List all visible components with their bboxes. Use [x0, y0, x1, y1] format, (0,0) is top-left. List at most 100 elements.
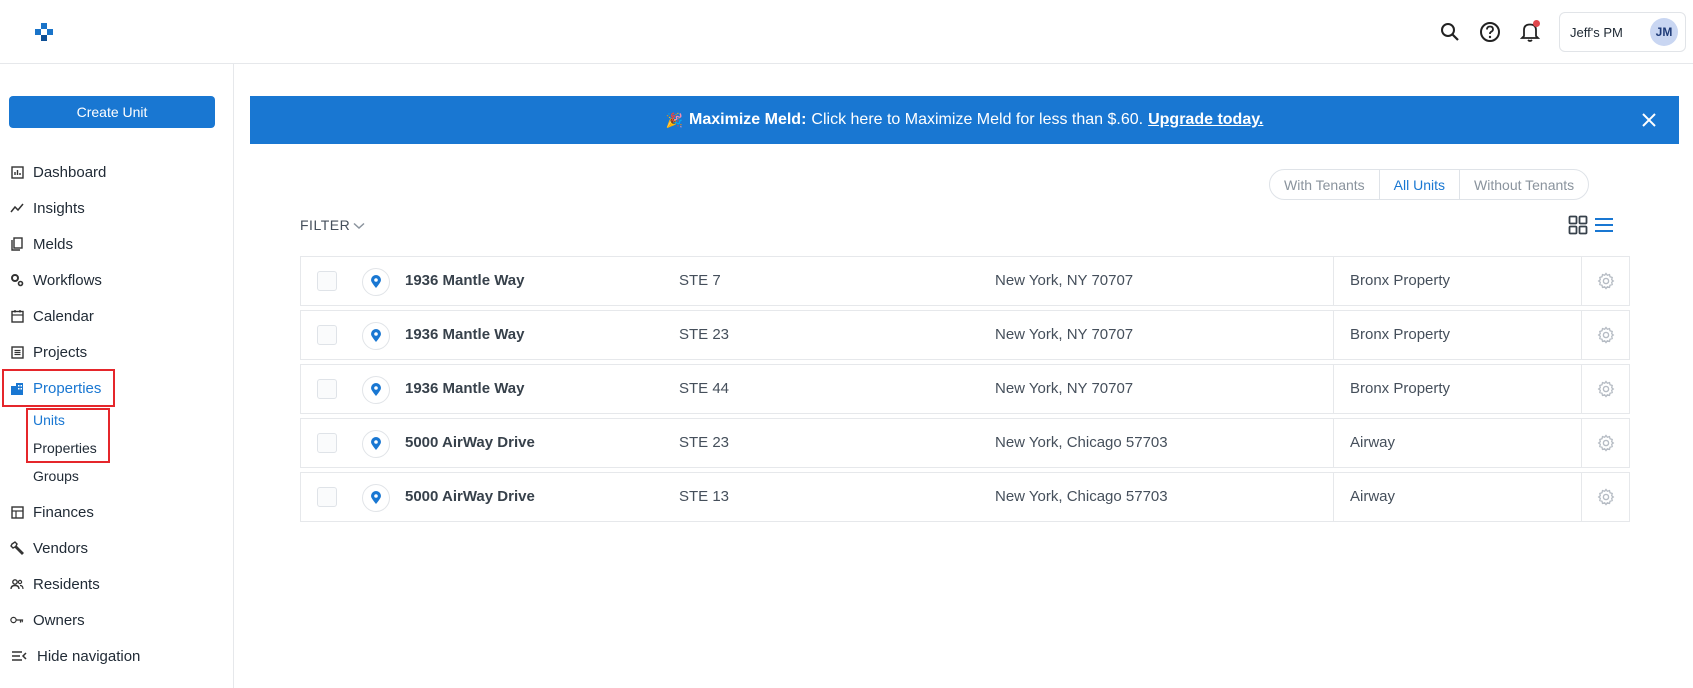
banner-text: Click here to Maximize Meld for less tha… [811, 111, 1144, 128]
logo-icon[interactable] [32, 20, 56, 44]
filter-dropdown[interactable]: FILTER [300, 217, 365, 233]
help-icon[interactable] [1478, 20, 1502, 44]
sidebar-item-label: Owners [33, 611, 85, 629]
unit-address[interactable]: 1936 Mantle Way [405, 365, 525, 413]
table-row[interactable]: 1936 Mantle Way STE 23 New York, NY 7070… [300, 310, 1630, 360]
unit-property: Airway [1333, 473, 1595, 521]
properties-icon [10, 381, 24, 395]
unit-property: Bronx Property [1333, 365, 1595, 413]
unit-property: Airway [1333, 419, 1595, 467]
tab-all-units[interactable]: All Units [1380, 170, 1461, 199]
unit-city: New York, Chicago 57703 [995, 434, 1168, 451]
gear-icon[interactable] [1581, 419, 1629, 467]
unit-address[interactable]: 5000 AirWay Drive [405, 473, 535, 521]
unit-address[interactable]: 1936 Mantle Way [405, 311, 525, 359]
account-menu[interactable]: Jeff's PM JM [1559, 12, 1686, 52]
vendors-icon [10, 541, 24, 555]
unit-city: New York, NY 70707 [995, 380, 1134, 397]
sidebar-item-melds[interactable]: Melds [10, 232, 73, 256]
sidebar-item-finances[interactable]: Finances [10, 500, 94, 524]
tab-with-tenants[interactable]: With Tenants [1270, 170, 1380, 199]
gear-icon[interactable] [1581, 365, 1629, 413]
tab-without-tenants[interactable]: Without Tenants [1460, 170, 1588, 199]
unit-number: STE 13 [679, 488, 730, 505]
row-checkbox[interactable] [317, 487, 337, 507]
melds-icon [10, 237, 24, 251]
owners-icon [10, 613, 24, 627]
sidebar-item-projects[interactable]: Projects [10, 340, 87, 364]
sidebar-item-label: Residents [33, 575, 100, 593]
tenant-filter-tabs: With Tenants All Units Without Tenants [1269, 169, 1590, 200]
unit-city: New York, NY 70707 [995, 326, 1134, 343]
sidebar-item-label: Finances [33, 503, 94, 521]
sidebar-item-label: Insights [33, 199, 85, 217]
location-pin-icon[interactable] [362, 322, 390, 350]
party-icon: 🎉 [665, 111, 684, 128]
row-checkbox[interactable] [317, 379, 337, 399]
notification-dot [1533, 20, 1540, 27]
unit-number: STE 23 [679, 326, 730, 343]
location-pin-icon[interactable] [362, 268, 390, 296]
sidebar: Create Unit Dashboard Insights Melds Wor… [0, 64, 234, 688]
upgrade-banner[interactable]: 🎉 Maximize Meld: Click here to Maximize … [250, 96, 1679, 144]
sidebar-item-insights[interactable]: Insights [10, 196, 85, 220]
sidebar-item-label: Workflows [33, 271, 102, 289]
row-checkbox[interactable] [317, 271, 337, 291]
sidebar-item-label: Vendors [33, 539, 89, 557]
sidebar-item-label: Dashboard [33, 163, 107, 181]
unit-address[interactable]: 1936 Mantle Way [405, 257, 525, 305]
finances-icon [10, 505, 24, 519]
filter-label: FILTER [300, 217, 351, 233]
table-row[interactable]: 1936 Mantle Way STE 7 New York, NY 70707… [300, 256, 1630, 306]
gear-icon[interactable] [1581, 257, 1629, 305]
sidebar-subitem-properties[interactable]: Properties [33, 438, 97, 458]
upgrade-link[interactable]: Upgrade today. [1148, 111, 1263, 129]
unit-property: Bronx Property [1333, 311, 1595, 359]
gear-icon[interactable] [1581, 311, 1629, 359]
hide-navigation-button[interactable]: Hide navigation [10, 644, 140, 668]
sidebar-item-residents[interactable]: Residents [10, 572, 100, 596]
sidebar-item-label: Hide navigation [37, 647, 141, 665]
insights-icon [10, 201, 24, 215]
unit-number: STE 23 [679, 434, 730, 451]
sidebar-item-dashboard[interactable]: Dashboard [10, 160, 106, 184]
sidebar-item-label: Properties [33, 379, 102, 397]
row-checkbox[interactable] [317, 325, 337, 345]
sidebar-subitem-groups[interactable]: Groups [33, 466, 79, 486]
grid-view-icon[interactable] [1567, 214, 1589, 236]
row-checkbox[interactable] [317, 433, 337, 453]
sidebar-item-label: Projects [33, 343, 88, 361]
sidebar-item-owners[interactable]: Owners [10, 608, 85, 632]
hide-nav-icon [10, 649, 28, 663]
unit-number: STE 7 [679, 272, 721, 289]
create-unit-button[interactable]: Create Unit [9, 96, 215, 128]
projects-icon [10, 345, 24, 359]
unit-city: New York, Chicago 57703 [995, 488, 1168, 505]
list-view-icon[interactable] [1593, 214, 1615, 236]
search-icon[interactable] [1438, 20, 1462, 44]
account-name: Jeff's PM [1570, 24, 1623, 40]
sidebar-item-calendar[interactable]: Calendar [10, 304, 94, 328]
table-row[interactable]: 5000 AirWay Drive STE 13 New York, Chica… [300, 472, 1630, 522]
residents-icon [10, 577, 24, 591]
gear-icon[interactable] [1581, 473, 1629, 521]
sidebar-item-workflows[interactable]: Workflows [10, 268, 102, 292]
close-icon[interactable] [1639, 110, 1659, 130]
sidebar-item-vendors[interactable]: Vendors [10, 536, 88, 560]
table-row[interactable]: 5000 AirWay Drive STE 23 New York, Chica… [300, 418, 1630, 468]
banner-title: Maximize Meld: [689, 111, 807, 128]
chevron-down-icon [353, 217, 365, 233]
location-pin-icon[interactable] [362, 430, 390, 458]
calendar-icon [10, 309, 24, 323]
sidebar-item-label: Melds [33, 235, 74, 253]
sidebar-item-properties[interactable]: Properties [10, 376, 101, 400]
table-row[interactable]: 1936 Mantle Way STE 44 New York, NY 7070… [300, 364, 1630, 414]
location-pin-icon[interactable] [362, 484, 390, 512]
workflows-icon [10, 273, 24, 287]
unit-property: Bronx Property [1333, 257, 1595, 305]
avatar: JM [1650, 18, 1678, 46]
sidebar-subitem-units[interactable]: Units [33, 410, 65, 430]
location-pin-icon[interactable] [362, 376, 390, 404]
bell-icon[interactable] [1518, 20, 1542, 44]
unit-address[interactable]: 5000 AirWay Drive [405, 419, 535, 467]
